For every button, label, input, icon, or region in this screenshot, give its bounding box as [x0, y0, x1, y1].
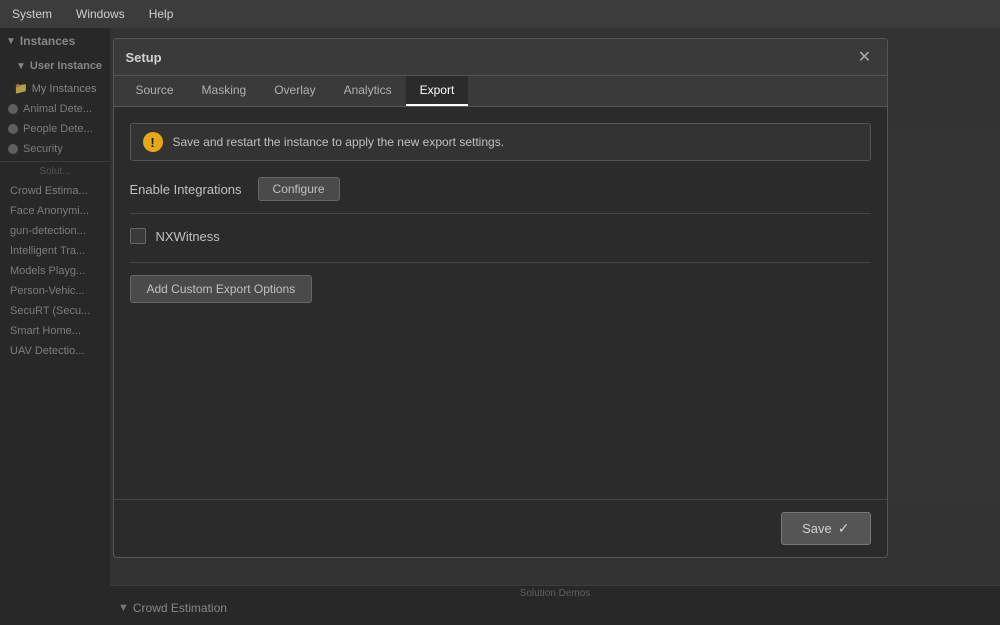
modal-title: Setup [126, 50, 162, 65]
enable-integrations-label: Enable Integrations [130, 182, 242, 197]
modal-overlay: Setup ✕ Source Masking Overlay Analytics… [0, 28, 1000, 625]
info-text: Save and restart the instance to apply t… [173, 135, 505, 149]
modal-title-bar: Setup ✕ [114, 39, 887, 76]
divider-1 [130, 213, 871, 214]
menu-system[interactable]: System [8, 5, 56, 23]
save-button[interactable]: Save ✓ [781, 512, 870, 545]
modal-body: ! Save and restart the instance to apply… [114, 107, 887, 499]
modal-tabs: Source Masking Overlay Analytics Export [114, 76, 887, 107]
add-custom-export-button[interactable]: Add Custom Export Options [130, 275, 313, 303]
enable-integrations-row: Enable Integrations Configure [130, 177, 871, 201]
save-label: Save [802, 521, 832, 536]
tab-overlay[interactable]: Overlay [260, 76, 329, 106]
tab-source[interactable]: Source [122, 76, 188, 106]
configure-button[interactable]: Configure [258, 177, 340, 201]
modal-footer: Save ✓ [114, 499, 887, 557]
divider-2 [130, 262, 871, 263]
integration-item-nxwitness: NXWitness [130, 222, 871, 250]
nxwitness-label: NXWitness [156, 229, 220, 244]
checkmark-icon: ✓ [838, 520, 850, 537]
menu-help[interactable]: Help [145, 5, 178, 23]
tab-analytics[interactable]: Analytics [330, 76, 406, 106]
info-banner: ! Save and restart the instance to apply… [130, 123, 871, 161]
setup-dialog: Setup ✕ Source Masking Overlay Analytics… [113, 38, 888, 558]
menu-windows[interactable]: Windows [72, 5, 129, 23]
menu-bar: System Windows Help [0, 0, 1000, 28]
tab-export[interactable]: Export [406, 76, 469, 106]
tab-masking[interactable]: Masking [188, 76, 261, 106]
modal-close-button[interactable]: ✕ [855, 47, 875, 67]
nxwitness-checkbox[interactable] [130, 228, 146, 244]
info-icon: ! [143, 132, 163, 152]
